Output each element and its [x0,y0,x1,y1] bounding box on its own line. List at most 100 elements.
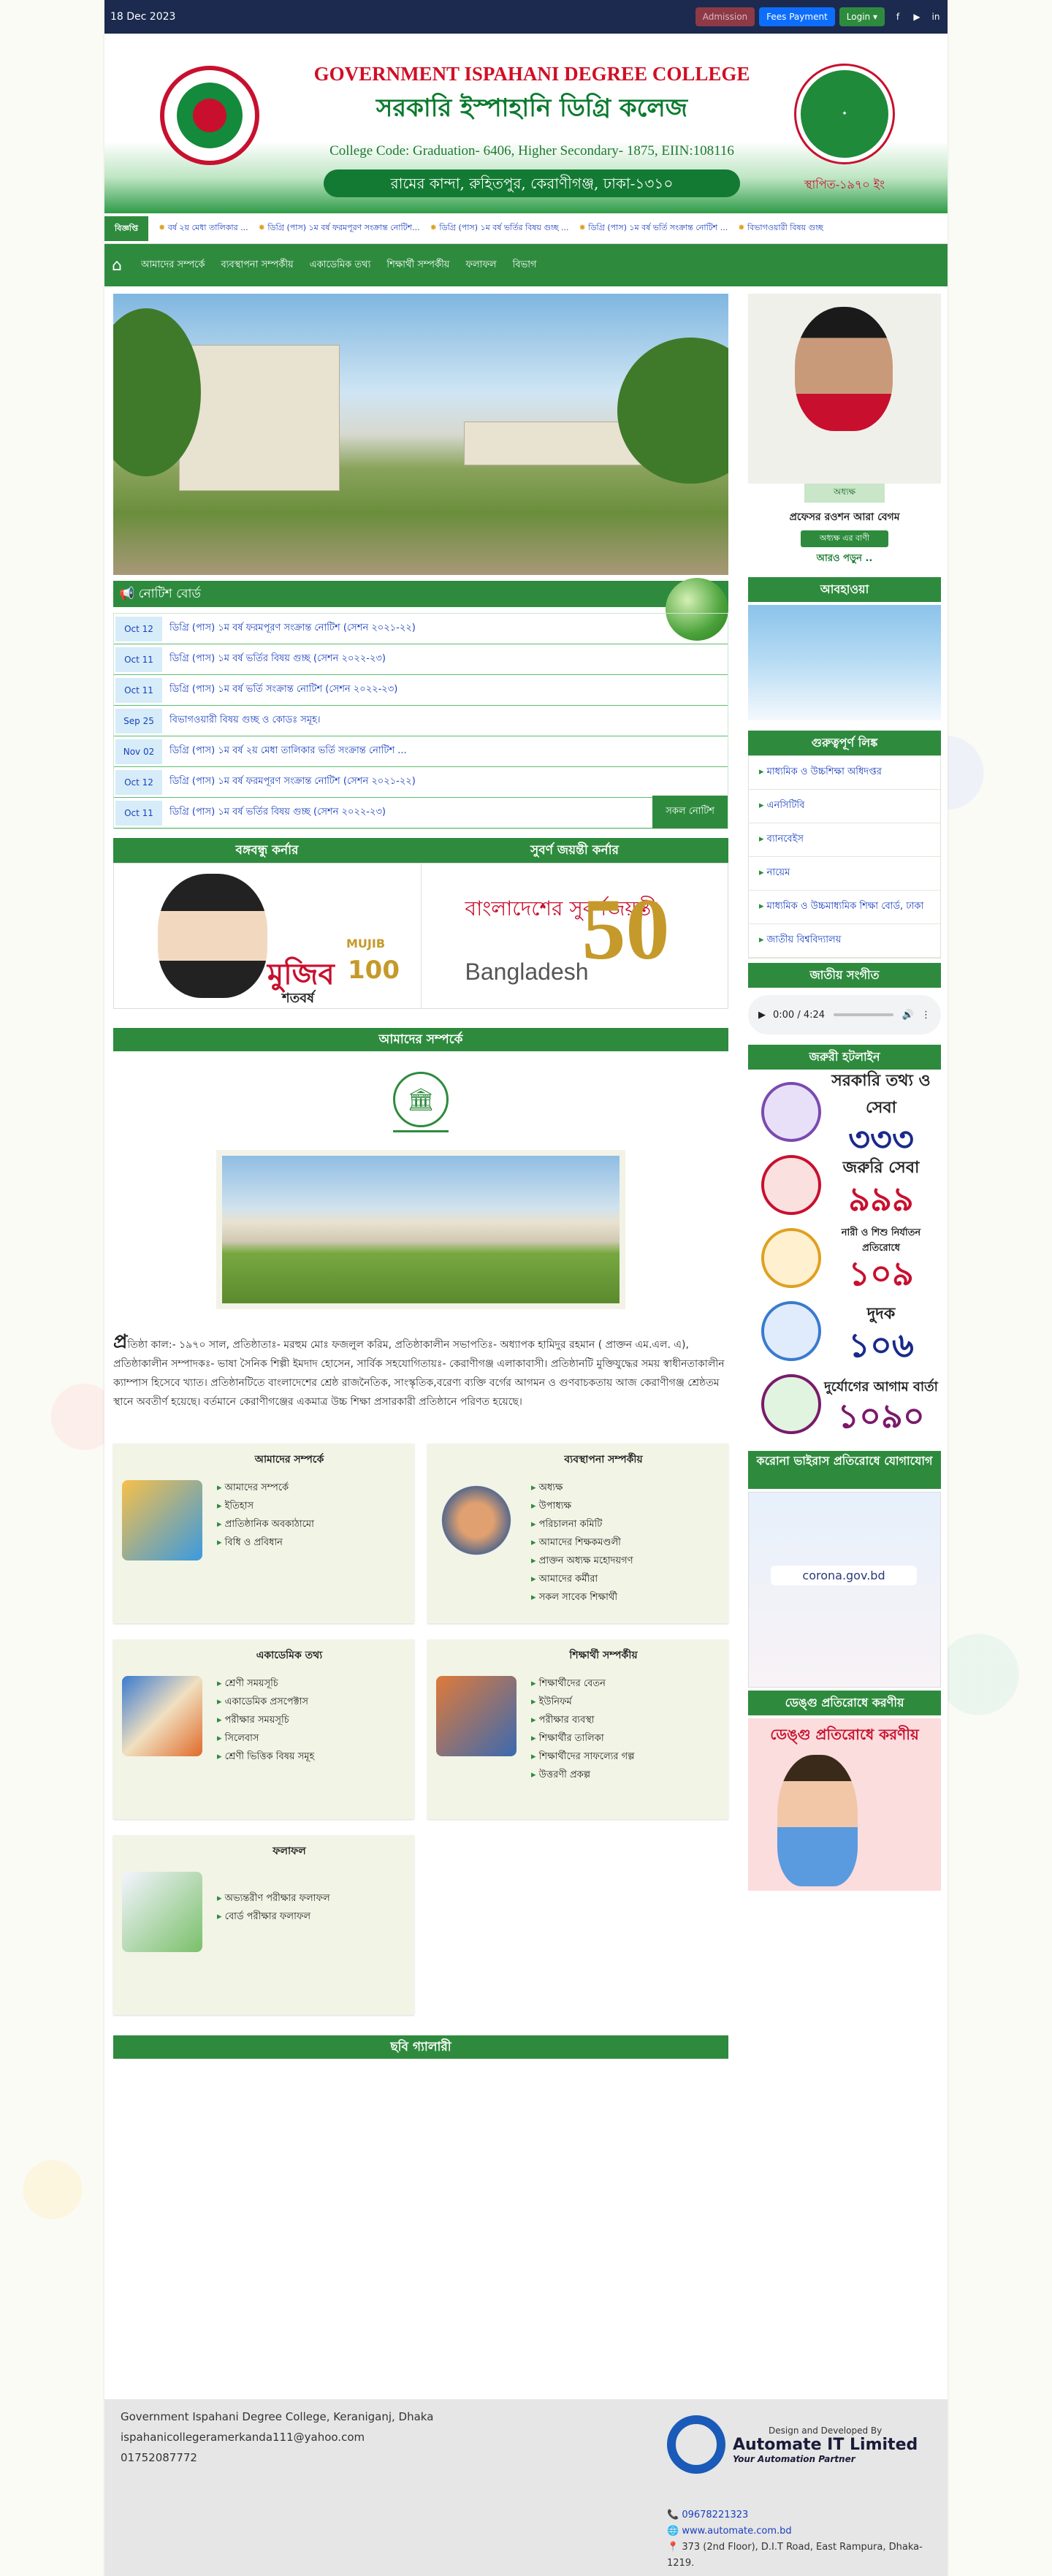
all-notices-button[interactable]: সকল নোটিশ [652,796,728,828]
notice-title[interactable]: ডিগ্রি (পাস) ১ম বর্ষ ভর্তির বিষয় গুচ্ছ … [169,652,386,667]
mujib-centenary-image[interactable]: মুজিব MUJIB 100 শতবর্ষ [114,864,421,1008]
dengue-info-image[interactable]: ডেঙ্গু প্রতিরোধে করণীয় [748,1718,941,1891]
home-icon[interactable]: ⌂ [112,256,141,275]
volume-icon[interactable]: 🔊 [902,1010,914,1021]
login-dropdown[interactable]: Login ▾ [839,7,885,26]
notice-title[interactable]: ডিগ্রি (পাস) ১ম বর্ষ ভর্তির বিষয় গুচ্ছ … [169,805,386,820]
jubilee-corner-title: সুবর্ণ জয়ন্তী কর্নার [421,838,728,863]
ticker-item[interactable]: বিভাগওয়ারী বিষয় গুচ্ছ [738,221,823,235]
more-icon[interactable]: ⋮ [921,1010,931,1021]
important-link[interactable]: এনসিটিবি [749,790,940,823]
current-date: 18 Dec 2023 [110,11,176,23]
important-link[interactable]: মাধ্যমিক ও উচ্চমাধ্যমিক শিক্ষা বোর্ড, ঢা… [749,891,940,924]
principal-message-button[interactable]: অধ্যক্ষ এর বাণী [801,530,888,547]
developer-phone[interactable]: 09678221323 [682,2510,748,2520]
notice-board-title: নোটিশ বোর্ড [138,587,201,601]
card-link[interactable]: উপাধ্যক্ষ [531,1497,633,1515]
notice-title[interactable]: বিভাগওয়ারী বিষয় গুচ্ছ ও কোডঃ সমূহ। [169,713,321,728]
ticker-item[interactable]: ডিগ্রি (পাস) ১ম বর্ষ ভর্তির বিষয় গুচ্ছ … [430,221,568,235]
play-icon[interactable]: ▶ [758,1010,766,1021]
notice-title[interactable]: ডিগ্রি (পাস) ১ম বর্ষ ফরমপূরণ সংক্রান্ত ন… [169,621,416,636]
card-link[interactable]: শিক্ষার্থীদের সাফল্যের গল্প [531,1748,635,1766]
audio-progress[interactable] [834,1013,893,1016]
nav-item-academic[interactable]: একাডেমিক তথ্য [310,258,371,273]
card-link[interactable]: আমাদের শিক্ষকমণ্ডলী [531,1533,633,1552]
read-more-link[interactable]: আরও পড়ুন .. [748,552,941,567]
card-link[interactable]: সিলেবাস [217,1729,314,1748]
card-link[interactable]: অভ্যন্তরীণ পরীক্ষার ফলাফল [217,1889,330,1908]
nav-item-about[interactable]: আমাদের সম্পর্কে [141,258,205,273]
fees-payment-button[interactable]: Fees Payment [759,7,835,26]
card-link[interactable]: প্রাক্তন অধ্যক্ষ মহোদয়গণ [531,1552,633,1570]
card-link[interactable]: ইতিহাস [217,1497,314,1515]
footer-phone: 01752087772 [121,2451,197,2464]
developer-logo[interactable]: Design and Developed By Automate IT Limi… [667,2415,945,2474]
card-link[interactable]: পরীক্ষার ব্যবস্থা [531,1711,634,1729]
card-link[interactable]: আমাদের সম্পর্কে [217,1479,314,1497]
card-link[interactable]: উত্তরণী প্রকল্প [531,1766,634,1784]
linkedin-icon[interactable]: in [930,11,942,23]
card-link[interactable]: অধ্যক্ষ [531,1479,633,1497]
card-title: ব্যবস্থাপনা সম্পর্কীয় [564,1454,643,1466]
campus-slider-image[interactable] [113,294,728,575]
notice-date: Sep 25 [115,708,162,733]
corners-header: বঙ্গবন্ধু কর্নার সুবর্ণ জয়ন্তী কর্নার [113,838,728,863]
card-link[interactable]: বিধি ও প্রবিধান [217,1533,314,1552]
ticker-item[interactable]: ডিগ্রি (পাস) ১ম বর্ষ ফরমপূরণ সংক্রান্ত ন… [259,221,419,235]
nav-item-departments[interactable]: বিভাগ [513,258,537,273]
notice-row[interactable]: Oct 11 ডিগ্রি (পাস) ১ম বর্ষ ভর্তির বিষয় … [114,798,728,828]
important-links-title: গুরুত্বপূর্ণ লিঙ্ক [748,731,941,755]
card-link[interactable]: একাডেমিক প্রসপেক্টাস [217,1693,314,1711]
footer: Government Ispahani Degree College, Kera… [104,2399,948,2576]
notice-title[interactable]: ডিগ্রি (পাস) ১ম বর্ষ ভর্তি সংক্রান্ত নোট… [169,682,397,698]
mujib-sub-text: শতবর্ষ [282,991,315,1006]
notice-row[interactable]: Oct 11 ডিগ্রি (পাস) ১ম বর্ষ ভর্তি সংক্রান… [114,675,728,706]
card-link[interactable]: বোর্ড পরীক্ষার ফলাফল [217,1908,330,1926]
card-link[interactable]: শ্রেণী ভিত্তিক বিষয় সমূহ [217,1748,315,1766]
card-link[interactable]: শ্রেণী সময়সূচি [217,1674,314,1693]
corona-info-image[interactable]: corona.gov.bd [748,1492,941,1688]
developer-address: 373 (2nd Floor), D.I.T Road, East Rampur… [667,2542,923,2569]
footer-email[interactable]: ispahanicollegeramerkanda111@yahoo.com [121,2427,433,2447]
ticker-item[interactable]: ডিগ্রি (পাস) ১ম বর্ষ ভর্তি সংক্রান্ত নোট… [579,221,728,235]
card-link[interactable]: ইউনিফর্ম [531,1693,634,1711]
notice-row[interactable]: Sep 25 বিভাগওয়ারী বিষয় গুচ্ছ ও কোডঃ সমূ… [114,706,728,736]
emergency-999-icon [761,1155,821,1215]
nav-item-management[interactable]: ব্যবস্থাপনা সম্পর্কীয় [221,258,293,273]
dengue-img-text: ডেঙ্গু প্রতিরোধে করণীয় [770,1726,919,1743]
card-link[interactable]: সকল সাবেক শিক্ষার্থী [531,1588,633,1607]
anthem-audio-player[interactable]: ▶ 0:00 / 4:24 🔊 ⋮ [748,995,941,1034]
automate-logo-icon [667,2415,725,2474]
notice-row[interactable]: Nov 02 ডিগ্রি (পাস) ১ম বর্ষ ২য় মেধা তালি… [114,736,728,767]
notice-title[interactable]: ডিগ্রি (পাস) ১ম বর্ষ ২য় মেধা তালিকার ভর… [169,744,407,759]
important-link[interactable]: জাতীয় বিশ্ববিদ্যালয় [749,924,940,958]
notice-list: Oct 12 ডিগ্রি (পাস) ১ম বর্ষ ফরমপূরণ সংক্র… [113,613,728,829]
bangladesh-50-image[interactable]: বাংলাদেশের সুবর্ণজয়ন্তী Bangladesh 50 [420,864,728,1008]
important-link[interactable]: ব্যানবেইস [749,823,940,857]
card-link[interactable]: শিক্ষার্থীদের বেতন [531,1674,634,1693]
nav-item-results[interactable]: ফলাফল [465,258,496,273]
important-link[interactable]: নায়েম [749,857,940,891]
card-link[interactable]: প্রাতিষ্ঠানিক অবকাঠামো [217,1515,314,1533]
bangladesh-map-logo [160,66,259,165]
youtube-icon[interactable]: ▶ [911,11,923,23]
college-name-en: GOVERNMENT ISPAHANI DEGREE COLLEGE [313,63,750,85]
developer-website[interactable]: www.automate.com.bd [682,2526,791,2537]
notice-row[interactable]: Oct 12 ডিগ্রি (পাস) ১ম বর্ষ ফরমপূরণ সংক্র… [114,614,728,644]
card-link[interactable]: পরীক্ষার সময়সূচি [217,1711,314,1729]
admission-button[interactable]: Admission [695,7,755,26]
facebook-icon[interactable]: f [892,11,904,23]
card-link[interactable]: পরিচালনা কমিটি [531,1515,633,1533]
card-title: আমাদের সম্পর্কে [254,1454,324,1466]
college-name-bn: সরকারি ইস্পাহানি ডিগ্রি কলেজ [376,94,688,123]
header-banner: GOVERNMENT ISPAHANI DEGREE COLLEGE সরকার… [104,34,948,213]
card-link[interactable]: শিক্ষার্থীর তালিকা [531,1729,634,1748]
important-link[interactable]: মাধ্যমিক ও উচ্চশিক্ষা অধিদপ্তর [749,756,940,790]
notice-row[interactable]: Oct 11 ডিগ্রি (পাস) ১ম বর্ষ ভর্তির বিষয় … [114,644,728,675]
corona-title: করোনা ভাইরাস প্রতিরোধে যোগাযোগ [748,1451,941,1489]
nav-item-students[interactable]: শিক্ষার্থী সম্পর্কীয় [386,258,449,273]
ticker-item[interactable]: বর্ষ ২য় মেধা তালিকার ... [159,221,248,235]
notice-title[interactable]: ডিগ্রি (পাস) ১ম বর্ষ ফরমপূরণ সংক্রান্ত ন… [169,774,416,790]
notice-row[interactable]: Oct 12 ডিগ্রি (পাস) ১ম বর্ষ ফরমপূরণ সংক্র… [114,767,728,798]
card-link[interactable]: আমাদের কর্মীরা [531,1570,633,1588]
